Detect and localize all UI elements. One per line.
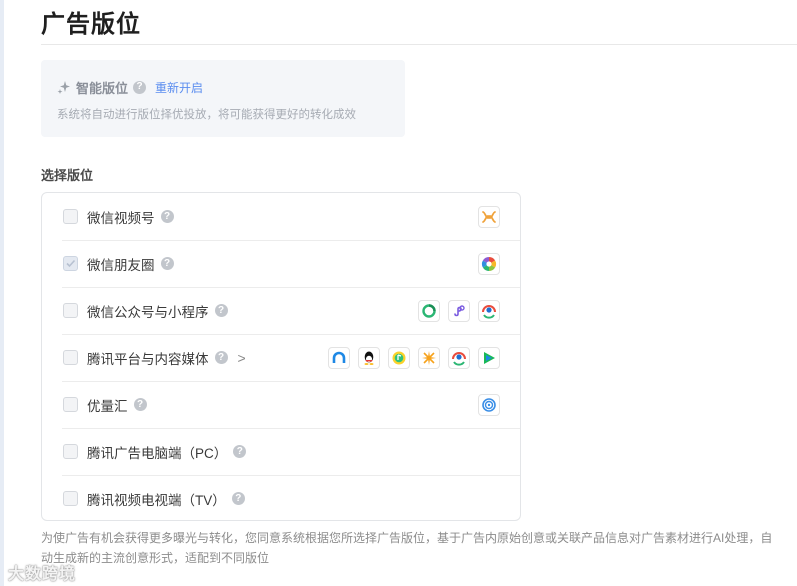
- select-placement-label: 选择版位: [41, 168, 94, 183]
- placement-row-wechat-moments[interactable]: 微信朋友圈 ?: [42, 240, 520, 287]
- placement-list: 微信视频号 ? 微信朋友圈 ? 微信公众号与小程序 ? 腾讯平台与内容媒体 ? …: [41, 192, 521, 521]
- help-icon[interactable]: ?: [214, 351, 228, 364]
- smart-placement-title: 智能版位: [76, 80, 129, 96]
- title-divider: [41, 44, 797, 45]
- tencent-news-icon: [328, 346, 350, 369]
- help-icon[interactable]: ?: [160, 257, 174, 270]
- moments-icon: [478, 252, 500, 275]
- help-icon[interactable]: ?: [233, 445, 247, 458]
- watermark: 大数跨境: [8, 566, 77, 583]
- smart-placement-description: 系统将自动进行版位择优投放，将可能获得更好的转化成效: [57, 109, 356, 121]
- placement-checkbox[interactable]: [63, 209, 78, 224]
- kuaibao-icon: [418, 346, 440, 369]
- help-icon[interactable]: ?: [160, 210, 174, 223]
- page-title: 广告版位: [41, 11, 141, 38]
- placement-checkbox[interactable]: [63, 350, 78, 365]
- smart-placement-panel: 智能版位 ? 重新开启 系统将自动进行版位择优投放，将可能获得更好的转化成效: [41, 60, 405, 137]
- qq-music-icon: [388, 346, 410, 369]
- placement-label: 腾讯广告电脑端（PC）: [87, 445, 228, 461]
- help-icon[interactable]: ?: [231, 492, 245, 505]
- placement-checkbox[interactable]: [63, 303, 78, 318]
- placement-checkbox-checked[interactable]: [63, 256, 78, 271]
- smart-placement-header: 智能版位 ? 重新开启: [57, 78, 203, 96]
- wechat-search-icon: [478, 299, 500, 322]
- placement-row-pc[interactable]: 腾讯广告电脑端（PC） ?: [42, 428, 520, 475]
- sparkle-icon: [57, 81, 70, 94]
- placement-label: 腾讯平台与内容媒体: [87, 351, 209, 367]
- qq-icon: [358, 346, 380, 369]
- tencent-video-icon: [478, 346, 500, 369]
- ai-consent-note: 为使广告有机会获得更多曝光与转化，您同意系统根据您所选择广告版位，基于广告内原始…: [41, 531, 773, 565]
- placement-checkbox[interactable]: [63, 491, 78, 506]
- placement-label: 微信公众号与小程序: [87, 304, 209, 320]
- placement-label: 微信朋友圈: [87, 257, 155, 273]
- mini-program-icon: [448, 299, 470, 322]
- channels-icon: [478, 205, 500, 228]
- placement-label: 微信视频号: [87, 210, 155, 226]
- placement-label: 腾讯视频电视端（TV）: [87, 492, 226, 508]
- help-icon[interactable]: ?: [133, 398, 147, 411]
- youlianghui-icon: [478, 393, 500, 416]
- placement-row-wechat-official-accounts[interactable]: 微信公众号与小程序 ?: [42, 287, 520, 334]
- reopen-smart-placement-link[interactable]: 重新开启: [155, 79, 203, 96]
- help-icon[interactable]: ?: [214, 304, 228, 317]
- placement-checkbox[interactable]: [63, 444, 78, 459]
- help-icon[interactable]: ?: [133, 80, 147, 94]
- placement-row-tencent-media[interactable]: 腾讯平台与内容媒体 ? >: [42, 334, 520, 381]
- placement-row-youlianghui[interactable]: 优量汇 ?: [42, 381, 520, 428]
- tencent-icon: [448, 346, 470, 369]
- placement-row-tv[interactable]: 腾讯视频电视端（TV） ?: [42, 475, 520, 522]
- placement-checkbox[interactable]: [63, 397, 78, 412]
- placement-row-wechat-channels[interactable]: 微信视频号 ?: [42, 193, 520, 240]
- left-rail: [0, 0, 4, 586]
- chevron-right-icon[interactable]: >: [238, 350, 246, 366]
- placement-label: 优量汇: [87, 398, 128, 414]
- official-account-icon: [418, 299, 440, 322]
